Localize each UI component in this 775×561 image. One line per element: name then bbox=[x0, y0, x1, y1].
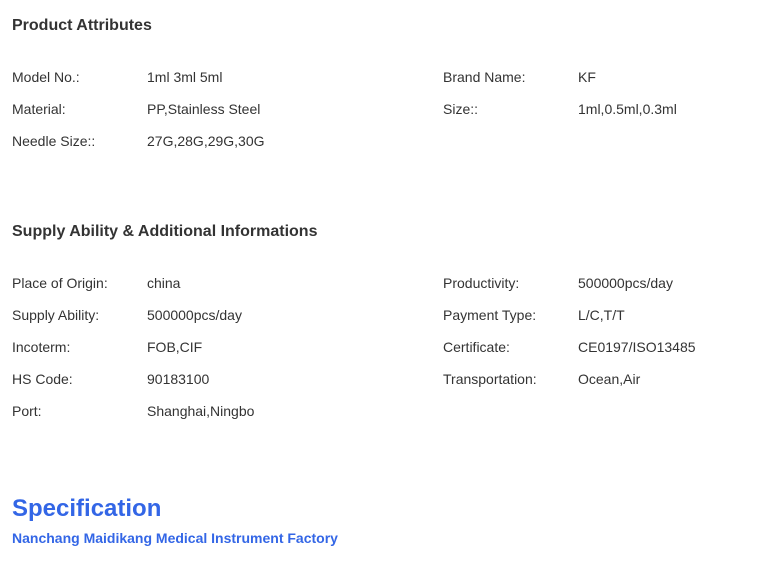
attr-label-incoterm: Incoterm: bbox=[12, 339, 71, 355]
attr-label-payment-type: Payment Type: bbox=[443, 307, 537, 323]
attr-value-model-no: 1ml 3ml 5ml bbox=[147, 69, 223, 85]
specification-subtitle: Nanchang Maidikang Medical Instrument Fa… bbox=[12, 530, 338, 546]
attr-label-productivity: Productivity: bbox=[443, 275, 520, 291]
attr-value-needle-size: 27G,28G,29G,30G bbox=[147, 133, 265, 149]
attr-label-hs-code: HS Code: bbox=[12, 371, 73, 387]
attr-label-transportation: Transportation: bbox=[443, 371, 537, 387]
attr-value-size: 1ml,0.5ml,0.3ml bbox=[578, 101, 677, 117]
attr-value-port: Shanghai,Ningbo bbox=[147, 403, 255, 419]
product-attributes-title: Product Attributes bbox=[12, 17, 152, 34]
attr-value-incoterm: FOB,CIF bbox=[147, 339, 203, 355]
attr-value-hs-code: 90183100 bbox=[147, 371, 210, 387]
attr-value-brand-name: KF bbox=[578, 69, 596, 85]
attr-value-supply-ability: 500000pcs/day bbox=[147, 307, 242, 323]
attr-label-needle-size: Needle Size:: bbox=[12, 133, 96, 149]
attr-value-place-of-origin: china bbox=[147, 275, 181, 291]
attr-value-material: PP,Stainless Steel bbox=[147, 101, 261, 117]
attr-label-place-of-origin: Place of Origin: bbox=[12, 275, 108, 291]
attr-value-certificate: CE0197/ISO13485 bbox=[578, 339, 696, 355]
supply-ability-title: Supply Ability & Additional Informations bbox=[12, 223, 318, 240]
attr-label-material: Material: bbox=[12, 101, 66, 117]
attr-label-certificate: Certificate: bbox=[443, 339, 510, 355]
attr-value-productivity: 500000pcs/day bbox=[578, 275, 673, 291]
attr-label-model-no: Model No.: bbox=[12, 69, 80, 85]
attr-label-supply-ability: Supply Ability: bbox=[12, 307, 100, 323]
attr-label-brand-name: Brand Name: bbox=[443, 69, 526, 85]
attr-value-payment-type: L/C,T/T bbox=[578, 307, 625, 323]
attr-label-size: Size:: bbox=[443, 101, 479, 117]
attr-label-port: Port: bbox=[12, 403, 42, 419]
attr-value-transportation: Ocean,Air bbox=[578, 371, 641, 387]
specification-title: Specification bbox=[12, 495, 162, 522]
